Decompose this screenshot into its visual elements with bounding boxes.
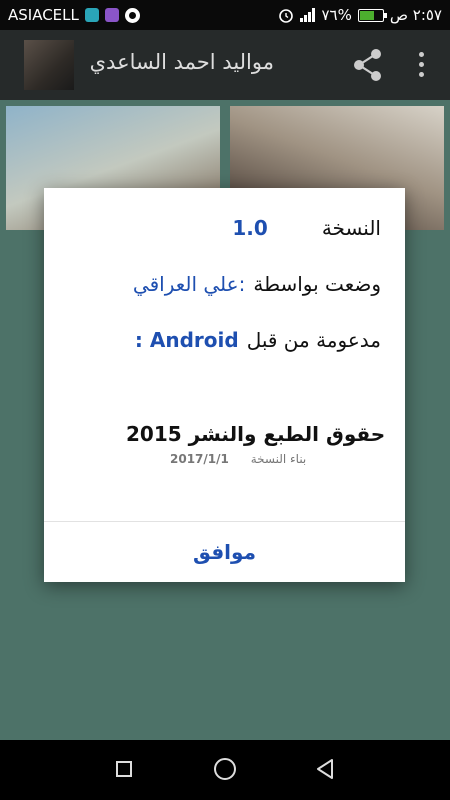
build-label: بناء النسخة [250,452,307,466]
overflow-menu-icon[interactable] [414,50,428,80]
home-icon[interactable] [214,758,236,780]
whatsapp-icon [124,7,140,23]
battery-percent: ٧٦% [321,6,352,24]
build-info: بناء النسخة 2017/1/1 [170,452,306,466]
app-title: مواليد احمد الساعدي [89,50,274,74]
version-label: النسخة [321,216,381,240]
battery-icon [357,8,387,22]
app-bar: مواليد احمد الساعدي [0,30,450,100]
carrier-name: ASIACELL [8,6,79,24]
status-bar: ASIACELL ٧٦% ٢:٥٧ ص [0,0,450,30]
back-icon[interactable] [314,758,336,780]
navigation-bar [0,740,450,800]
about-dialog: النسخة 1.0 وضعت بواسطة :علي العراقي مدعو… [44,188,405,582]
recents-icon[interactable] [116,761,132,777]
supported-label: مدعومة من قبل [246,328,381,352]
author-label: وضعت بواسطة [253,272,381,296]
clock: ٢:٥٧ ص [389,6,442,24]
author-value: :علي العراقي [132,272,246,296]
mail-icon [84,8,99,22]
app-avatar [24,40,74,90]
supported-value: Android : [134,328,239,352]
alarm-icon [279,9,294,23]
copyright-text: حقوق الطبع والنشر 2015 [126,422,386,446]
supported-row: مدعومة من قبل Android : [135,328,381,352]
signal-icon [300,8,316,22]
gallery-icon [104,8,119,22]
version-value: 1.0 [232,216,268,240]
version-row: النسخة 1.0 [232,216,381,240]
share-icon[interactable] [352,48,384,82]
ok-button[interactable]: موافق [44,522,405,582]
author-row: وضعت بواسطة :علي العراقي [133,272,381,296]
build-date: 2017/1/1 [170,452,229,466]
